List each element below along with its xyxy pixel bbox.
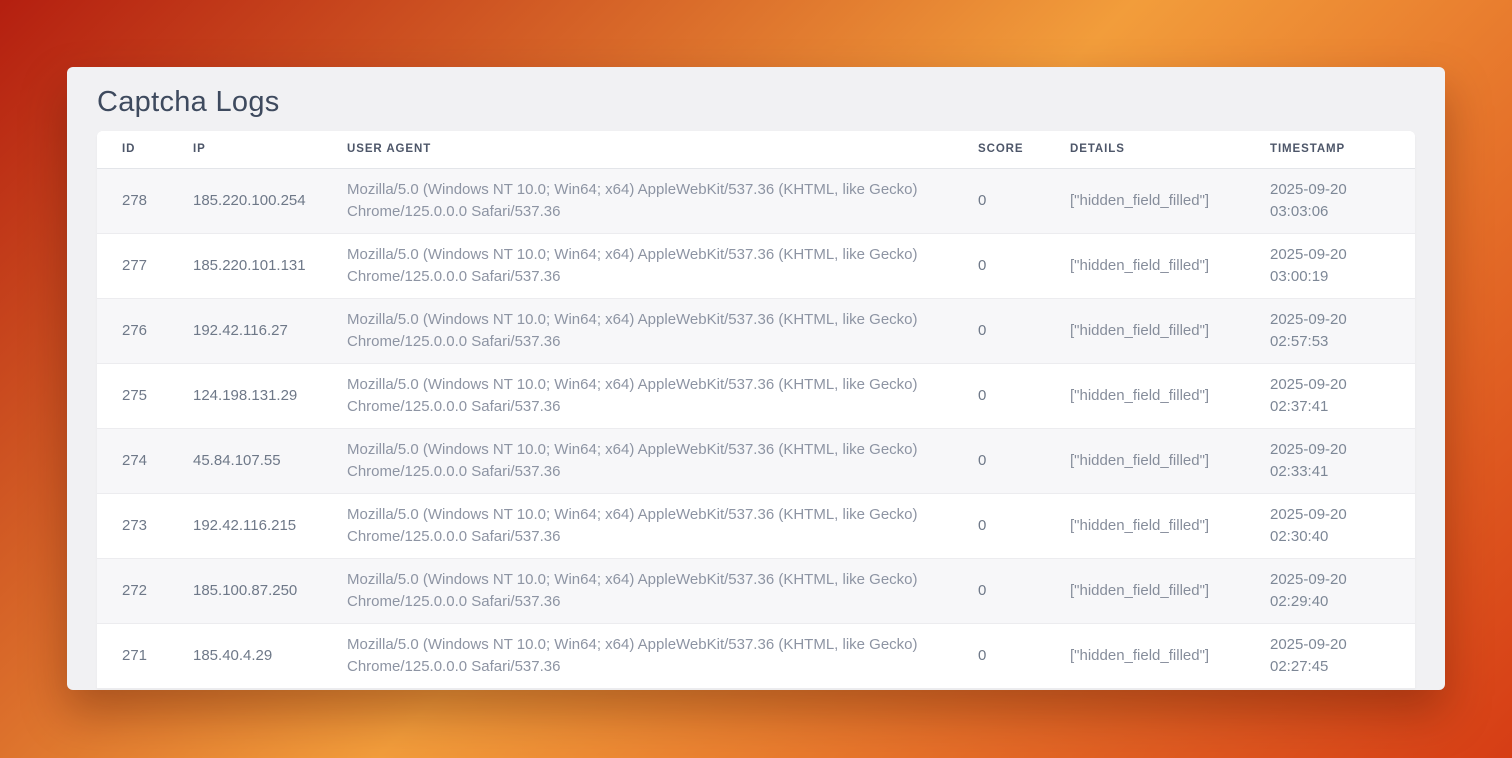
cell-ip: 185.220.100.254 (168, 168, 322, 233)
logs-table-container: ID IP USER AGENT SCORE DETAILS TIMESTAMP… (97, 131, 1415, 689)
cell-timestamp: 2025-09-20 02:33:41 (1245, 428, 1415, 493)
cell-timestamp: 2025-09-20 02:29:40 (1245, 558, 1415, 623)
cell-id: 277 (97, 233, 168, 298)
cell-ip: 185.100.87.250 (168, 558, 322, 623)
cell-id: 276 (97, 298, 168, 363)
captcha-logs-card: Captcha Logs ID IP USER AGENT SCORE (67, 67, 1445, 690)
column-header-id: ID (97, 131, 168, 168)
cell-details: ["hidden_field_filled"] (1045, 363, 1245, 428)
page-background: Captcha Logs ID IP USER AGENT SCORE (0, 0, 1512, 758)
cell-timestamp: 2025-09-20 03:00:19 (1245, 233, 1415, 298)
cell-score: 0 (953, 363, 1045, 428)
cell-details: ["hidden_field_filled"] (1045, 493, 1245, 558)
cell-timestamp: 2025-09-20 02:27:45 (1245, 623, 1415, 688)
cell-timestamp: 2025-09-20 02:57:53 (1245, 298, 1415, 363)
log-row: 275 124.198.131.29 Mozilla/5.0 (Windows … (97, 363, 1415, 428)
cell-score: 0 (953, 298, 1045, 363)
cell-user-agent: Mozilla/5.0 (Windows NT 10.0; Win64; x64… (322, 168, 953, 233)
cell-id: 274 (97, 428, 168, 493)
cell-user-agent: Mozilla/5.0 (Windows NT 10.0; Win64; x64… (322, 233, 953, 298)
log-row: 271 185.40.4.29 Mozilla/5.0 (Windows NT … (97, 623, 1415, 688)
log-row: 273 192.42.116.215 Mozilla/5.0 (Windows … (97, 493, 1415, 558)
cell-ip: 124.198.131.29 (168, 363, 322, 428)
cell-ip: 185.40.4.29 (168, 623, 322, 688)
logs-table-body: 278 185.220.100.254 Mozilla/5.0 (Windows… (97, 168, 1415, 688)
log-row: 277 185.220.101.131 Mozilla/5.0 (Windows… (97, 233, 1415, 298)
column-header-ip: IP (168, 131, 322, 168)
column-header-score: SCORE (953, 131, 1045, 168)
cell-details: ["hidden_field_filled"] (1045, 298, 1245, 363)
cell-details: ["hidden_field_filled"] (1045, 623, 1245, 688)
column-header-timestamp: TIMESTAMP (1245, 131, 1415, 168)
cell-details: ["hidden_field_filled"] (1045, 428, 1245, 493)
cell-user-agent: Mozilla/5.0 (Windows NT 10.0; Win64; x64… (322, 363, 953, 428)
cell-score: 0 (953, 558, 1045, 623)
cell-ip: 192.42.116.27 (168, 298, 322, 363)
log-row: 274 45.84.107.55 Mozilla/5.0 (Windows NT… (97, 428, 1415, 493)
log-row: 272 185.100.87.250 Mozilla/5.0 (Windows … (97, 558, 1415, 623)
cell-ip: 192.42.116.215 (168, 493, 322, 558)
cell-score: 0 (953, 493, 1045, 558)
cell-details: ["hidden_field_filled"] (1045, 233, 1245, 298)
cell-ip: 185.220.101.131 (168, 233, 322, 298)
cell-score: 0 (953, 233, 1045, 298)
log-row: 278 185.220.100.254 Mozilla/5.0 (Windows… (97, 168, 1415, 233)
cell-details: ["hidden_field_filled"] (1045, 558, 1245, 623)
cell-user-agent: Mozilla/5.0 (Windows NT 10.0; Win64; x64… (322, 493, 953, 558)
cell-score: 0 (953, 623, 1045, 688)
cell-timestamp: 2025-09-20 02:30:40 (1245, 493, 1415, 558)
table-header-row: ID IP USER AGENT SCORE DETAILS TIMESTAMP (97, 131, 1415, 168)
cell-details: ["hidden_field_filled"] (1045, 168, 1245, 233)
cell-id: 272 (97, 558, 168, 623)
cell-id: 278 (97, 168, 168, 233)
cell-user-agent: Mozilla/5.0 (Windows NT 10.0; Win64; x64… (322, 558, 953, 623)
cell-id: 271 (97, 623, 168, 688)
column-header-details: DETAILS (1045, 131, 1245, 168)
column-header-user-agent: USER AGENT (322, 131, 953, 168)
cell-score: 0 (953, 168, 1045, 233)
cell-ip: 45.84.107.55 (168, 428, 322, 493)
page-title: Captcha Logs (97, 83, 1415, 122)
log-row: 276 192.42.116.27 Mozilla/5.0 (Windows N… (97, 298, 1415, 363)
cell-score: 0 (953, 428, 1045, 493)
cell-user-agent: Mozilla/5.0 (Windows NT 10.0; Win64; x64… (322, 623, 953, 688)
cell-id: 273 (97, 493, 168, 558)
cell-timestamp: 2025-09-20 02:37:41 (1245, 363, 1415, 428)
cell-user-agent: Mozilla/5.0 (Windows NT 10.0; Win64; x64… (322, 428, 953, 493)
cell-id: 275 (97, 363, 168, 428)
cell-user-agent: Mozilla/5.0 (Windows NT 10.0; Win64; x64… (322, 298, 953, 363)
cell-timestamp: 2025-09-20 03:03:06 (1245, 168, 1415, 233)
logs-table: ID IP USER AGENT SCORE DETAILS TIMESTAMP… (97, 131, 1415, 689)
